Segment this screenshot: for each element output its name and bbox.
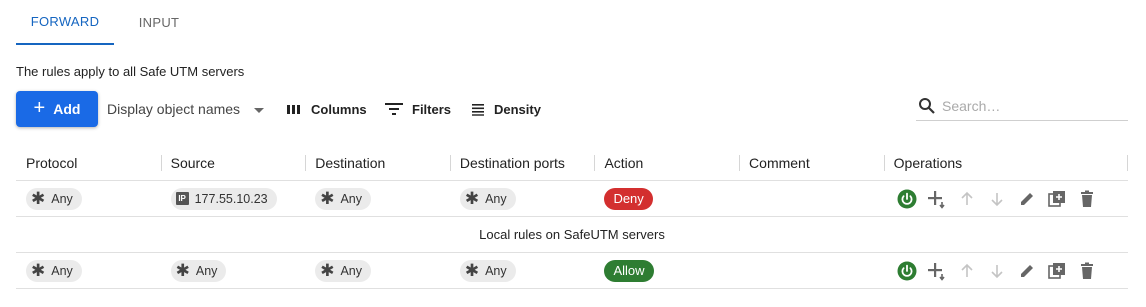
row-operations [884,261,1128,281]
table-row[interactable]: ✱ Any IP 177.55.10.23 ✱ Any ✱ Any Deny [16,181,1128,217]
chevron-down-icon [254,107,265,113]
rules-table: Protocol Source Destination Destination … [16,145,1129,289]
add-button-label: Add [53,101,81,117]
chip-label: Any [485,263,507,278]
delete-icon[interactable] [1077,189,1097,209]
chip-label: Any [51,263,73,278]
columns-label: Columns [311,101,367,117]
row-operations [884,189,1128,209]
asterisk-icon: ✱ [31,261,46,280]
asterisk-icon: ✱ [464,261,480,280]
duplicate-icon[interactable] [1047,189,1067,209]
asterisk-icon: ✱ [31,189,46,208]
tab-bar: FORWARD INPUT [16,0,204,45]
chip-label: 177.55.10.23 [194,191,268,206]
action-badge: Allow [604,259,654,282]
chip-label: Any [340,191,363,206]
column-header-operations: Operations [883,145,1129,181]
destination-chip: ✱ Any [315,259,372,282]
info-text: The rules apply to all Safe UTM servers [16,64,245,79]
search-icon [919,97,935,114]
edit-icon[interactable] [1017,189,1037,209]
filters-label: Filters [412,101,452,117]
table-row[interactable]: ✱ Any ✱ Any ✱ Any ✱ Any Allow [16,253,1128,289]
display-select-label: Display object names [107,101,241,117]
display-names-select[interactable]: Display object names [107,91,265,127]
column-header-comment[interactable]: Comment [739,145,884,181]
destination-chip: ✱ Any [315,187,372,210]
move-down-icon[interactable] [987,189,1007,209]
column-header-action[interactable]: Action [594,145,739,181]
column-header-destination[interactable]: Destination [305,145,450,181]
action-badge: Deny [604,187,653,210]
power-toggle-icon[interactable] [897,189,917,209]
chip-label: Any [51,191,73,206]
tab-forward[interactable]: FORWARD [16,0,114,45]
filter-icon [385,103,403,115]
asterisk-icon: ✱ [175,261,190,280]
protocol-chip: ✱ Any [26,259,82,282]
source-chip: IP 177.55.10.23 [170,187,277,210]
asterisk-icon: ✱ [320,189,335,208]
column-header-protocol[interactable]: Protocol [16,145,161,181]
density-button[interactable]: Density [471,91,541,127]
plus-icon: + [33,97,46,119]
tab-input[interactable]: INPUT [114,0,204,45]
column-header-source[interactable]: Source [160,145,306,181]
asterisk-icon: ✱ [320,261,335,280]
insert-rule-below-icon[interactable] [927,189,947,209]
group-header-local-rules: Local rules on SafeUTM servers [16,217,1128,253]
move-up-icon[interactable] [957,189,977,209]
protocol-chip: ✱ Any [26,187,82,210]
search-input[interactable] [942,97,1122,114]
asterisk-icon: ✱ [464,189,480,208]
source-chip: ✱ Any [170,259,227,282]
density-label: Density [494,101,541,117]
columns-icon [287,105,300,114]
filters-button[interactable]: Filters [385,91,451,127]
chip-label: Any [485,191,507,206]
duplicate-icon[interactable] [1047,261,1067,281]
ports-chip: ✱ Any [459,259,516,282]
chip-label: Any [340,263,363,278]
table-header: Protocol Source Destination Destination … [16,145,1129,181]
edit-icon[interactable] [1017,261,1037,281]
insert-rule-below-icon[interactable] [927,261,947,281]
delete-icon[interactable] [1077,261,1097,281]
move-down-icon[interactable] [987,261,1007,281]
density-icon [472,104,484,116]
column-header-destination-ports[interactable]: Destination ports [449,145,595,181]
search-box [916,91,1128,121]
ip-icon: IP [175,192,189,205]
toolbar: + Add Display object names Columns Filte… [16,91,1128,127]
add-button[interactable]: + Add [16,91,98,127]
power-toggle-icon[interactable] [897,261,917,281]
move-up-icon[interactable] [957,261,977,281]
ports-chip: ✱ Any [459,187,516,210]
columns-button[interactable]: Columns [286,91,367,127]
chip-label: Any [195,263,218,278]
